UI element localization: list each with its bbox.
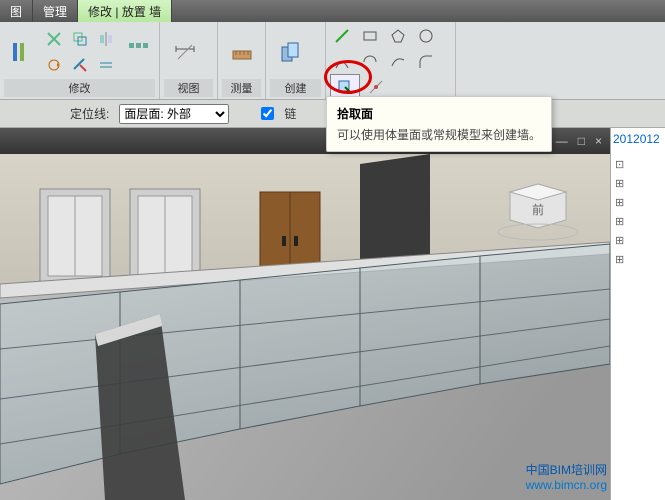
arc-start-icon[interactable] <box>330 50 354 74</box>
align-icon <box>10 41 32 63</box>
tree-node[interactable]: ⊞ <box>615 215 661 228</box>
circle-icon[interactable] <box>414 24 438 48</box>
view-minimize-icon[interactable]: — <box>556 134 568 148</box>
tab-view[interactable]: 图 <box>0 0 33 22</box>
panel-create: 创建 <box>266 22 326 99</box>
trim-icon[interactable] <box>68 53 92 77</box>
array-icon <box>127 41 149 63</box>
panel-view: 视图 <box>160 22 218 99</box>
create-icon <box>280 41 302 63</box>
copy-icon[interactable] <box>68 27 92 51</box>
panel-create-title: 创建 <box>270 79 321 97</box>
panel-modify: 修改 <box>0 22 160 99</box>
panel-draw <box>326 22 456 99</box>
mirror-icon[interactable] <box>94 27 118 51</box>
panel-modify-title: 修改 <box>4 79 155 97</box>
ribbon: 修改 视图 测量 创建 <box>0 22 665 100</box>
view-stage: — □ × <box>0 128 610 500</box>
arc-tan-icon[interactable] <box>386 50 410 74</box>
viewcube-face-label: 前 <box>532 202 544 217</box>
tree-node[interactable]: ⊞ <box>615 253 661 266</box>
arc-center-icon[interactable] <box>358 50 382 74</box>
tooltip: 拾取面 可以使用体量面或常规模型来创建墙。 <box>326 96 552 152</box>
tab-modify-place-wall[interactable]: 修改 | 放置 墙 <box>78 0 172 22</box>
tree-node[interactable]: ⊡ <box>615 158 661 171</box>
dimension-button[interactable] <box>164 27 206 77</box>
pick-line-icon <box>368 79 384 95</box>
panel-measure-title: 测量 <box>222 79 261 97</box>
view-close-icon[interactable]: × <box>595 134 602 148</box>
create-button[interactable] <box>270 27 312 77</box>
tree-node[interactable]: ⊞ <box>615 234 661 247</box>
align-button[interactable] <box>4 27 38 77</box>
tooltip-title: 拾取面 <box>337 105 541 122</box>
view-maximize-icon[interactable]: □ <box>578 134 585 148</box>
dimension-icon <box>174 41 196 63</box>
fillet-icon[interactable] <box>414 50 438 74</box>
polygon-icon[interactable] <box>386 24 410 48</box>
model-viewport[interactable]: 前 <box>0 154 610 500</box>
rect-icon[interactable] <box>358 24 382 48</box>
rotate-icon[interactable] <box>42 53 66 77</box>
tree-node[interactable]: ⊞ <box>615 177 661 190</box>
panel-view-title: 视图 <box>164 79 213 97</box>
chain-label: 链 <box>284 105 296 122</box>
project-browser: 2012012 ⊡ ⊞ ⊞ ⊞ ⊞ ⊞ <box>610 128 665 500</box>
tab-manage[interactable]: 管理 <box>33 0 78 22</box>
line-icon[interactable] <box>330 24 354 48</box>
location-line-select[interactable]: 面层面: 外部 <box>119 104 229 124</box>
tree-node[interactable]: ⊞ <box>615 196 661 209</box>
pick-face-icon <box>337 79 353 95</box>
project-browser-title: 2012012 <box>611 128 665 150</box>
modify-tool-grid <box>42 27 118 77</box>
draw-tool-grid <box>330 24 440 74</box>
tooltip-body: 可以使用体量面或常规模型来创建墙。 <box>337 126 541 143</box>
measure-icon <box>231 41 253 63</box>
measure-button[interactable] <box>222 27 261 77</box>
location-line-label: 定位线: <box>70 105 109 122</box>
cut-icon[interactable] <box>42 27 66 51</box>
ribbon-tabs: 图 管理 修改 | 放置 墙 <box>0 0 665 22</box>
chain-checkbox[interactable] <box>261 107 274 120</box>
offset-icon[interactable] <box>94 53 118 77</box>
panel-measure: 测量 <box>218 22 266 99</box>
array-button[interactable] <box>122 27 156 77</box>
project-tree[interactable]: ⊡ ⊞ ⊞ ⊞ ⊞ ⊞ <box>611 150 665 274</box>
